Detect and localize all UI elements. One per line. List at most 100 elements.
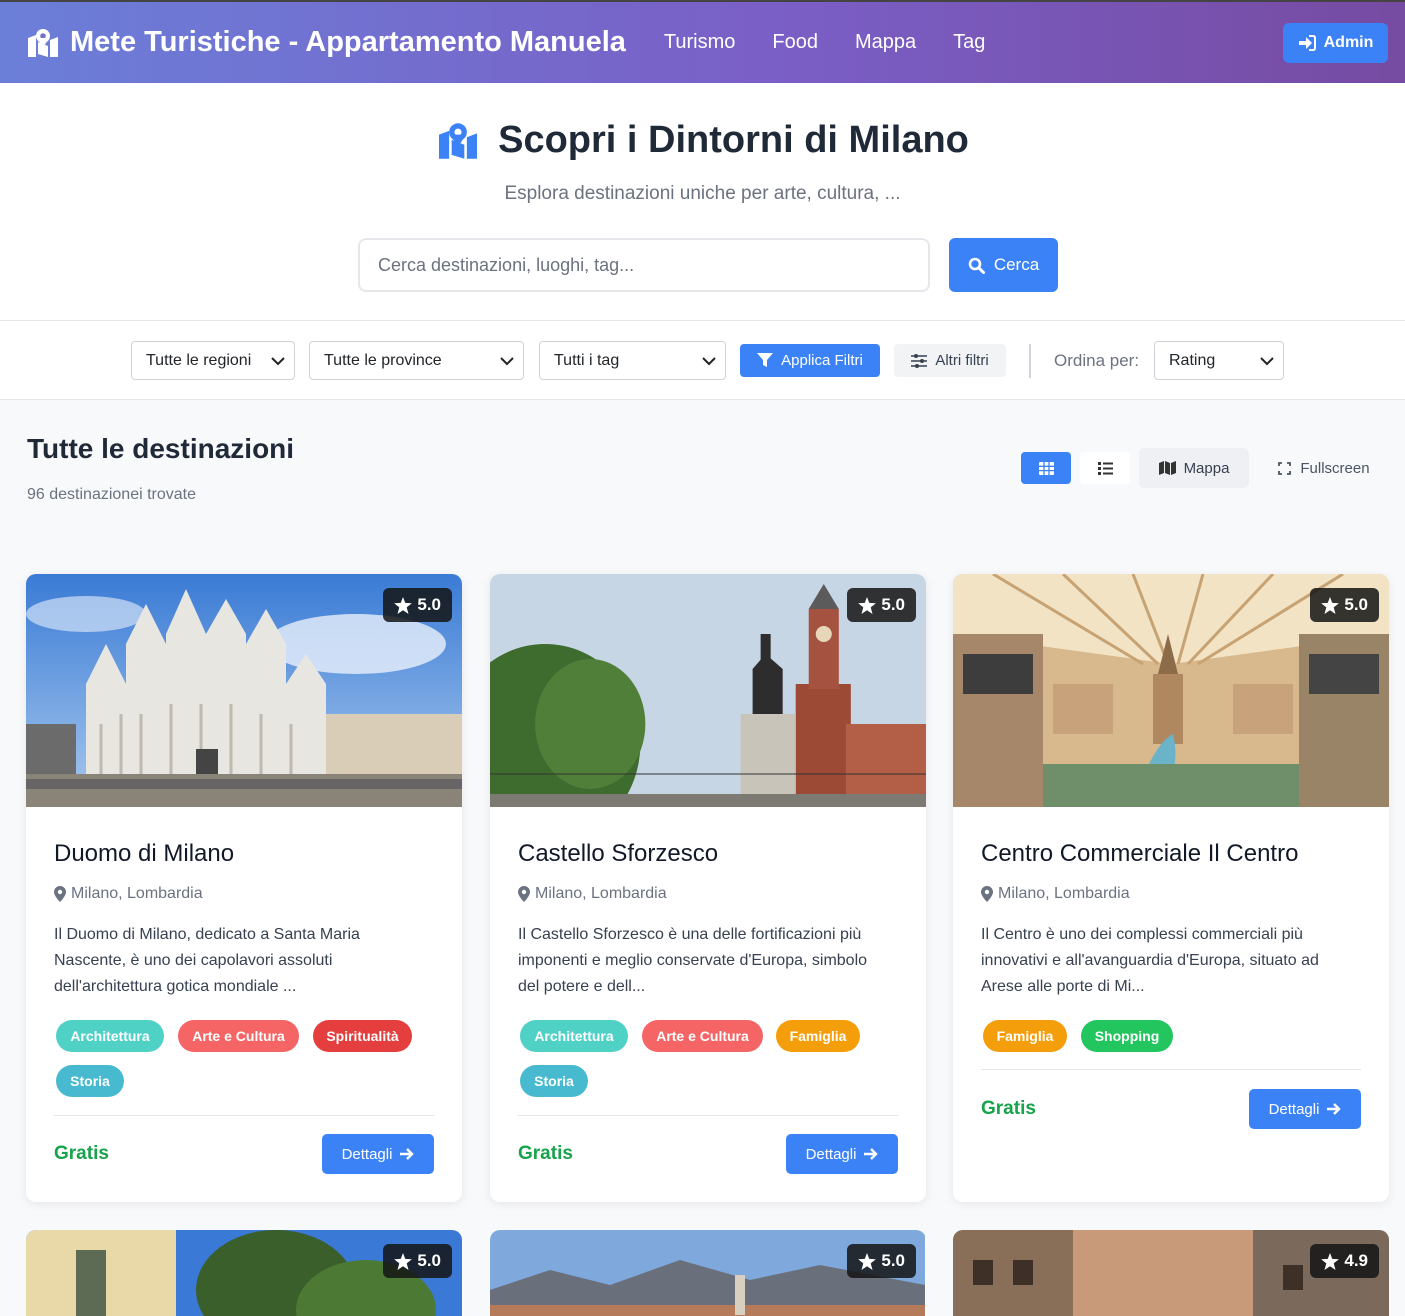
card-location: Milano, Lombardia xyxy=(981,885,1130,903)
tag-famiglia[interactable]: Famiglia xyxy=(776,1020,860,1052)
details-button[interactable]: Dettagli xyxy=(1249,1089,1361,1129)
nav-link-turismo[interactable]: Turismo xyxy=(664,31,735,54)
star-icon xyxy=(1321,596,1340,614)
map-marker-icon xyxy=(518,886,530,902)
destination-card[interactable]: 4.9 xyxy=(953,1230,1389,1316)
destination-card[interactable]: 5.0 xyxy=(490,1230,926,1316)
brand-text: Mete Turistiche - Appartamento Manuela xyxy=(70,26,626,58)
rating-badge: 5.0 xyxy=(383,588,452,622)
rating-badge: 5.0 xyxy=(383,1244,452,1278)
hero-section: Scopri i Dintorni di Milano Esplora dest… xyxy=(0,83,1405,321)
filter-icon xyxy=(757,353,774,367)
arrow-right-icon xyxy=(864,1148,879,1160)
sort-label: Ordina per: xyxy=(1054,351,1140,370)
card-description: Il Duomo di Milano, dedicato a Santa Mar… xyxy=(54,926,360,995)
rating-value: 5.0 xyxy=(1344,595,1368,614)
list-title: Tutte le destinazioni xyxy=(27,433,295,464)
nav-link-mappa[interactable]: Mappa xyxy=(855,31,916,54)
card-divider xyxy=(518,1115,898,1116)
region-select[interactable]: Tutte le regioni xyxy=(131,341,295,380)
province-select-value: Tutte le province xyxy=(324,351,442,369)
card-price: Gratis xyxy=(981,1098,1036,1119)
sliders-icon xyxy=(911,353,928,368)
tag-storia[interactable]: Storia xyxy=(56,1065,124,1097)
tag-spiritualita[interactable]: Spiritualità xyxy=(313,1020,412,1052)
details-button-label: Dettagli xyxy=(341,1145,393,1163)
rating-value: 5.0 xyxy=(417,1251,441,1270)
card-divider xyxy=(54,1115,434,1116)
destination-card[interactable]: 5.0 Duomo di Milano Milano, Lombardia Il… xyxy=(26,574,462,1202)
tag-select-value: Tutti i tag xyxy=(554,351,620,369)
map-icon xyxy=(1158,461,1176,475)
fullscreen-label: Fullscreen xyxy=(1300,459,1370,477)
grid-icon xyxy=(1038,461,1054,475)
map-marked-icon xyxy=(28,28,58,57)
search-button-label: Cerca xyxy=(993,255,1040,274)
details-button-label: Dettagli xyxy=(805,1145,857,1163)
star-icon xyxy=(394,596,413,614)
card-title[interactable]: Duomo di Milano xyxy=(54,840,234,868)
province-select[interactable]: Tutte le province xyxy=(309,341,524,380)
chevron-down-icon xyxy=(702,357,716,366)
arrow-right-icon xyxy=(400,1148,415,1160)
region-select-value: Tutte le regioni xyxy=(146,351,252,369)
expand-icon xyxy=(1278,461,1292,475)
details-button-label: Dettagli xyxy=(1268,1100,1320,1118)
search-input[interactable] xyxy=(358,238,930,292)
details-button[interactable]: Dettagli xyxy=(786,1134,898,1174)
nav-link-tag[interactable]: Tag xyxy=(953,31,985,54)
card-price: Gratis xyxy=(518,1143,573,1164)
tag-storia[interactable]: Storia xyxy=(520,1065,588,1097)
card-location: Milano, Lombardia xyxy=(54,885,203,903)
star-icon xyxy=(858,596,877,614)
nav-links: Turismo Food Mappa Tag xyxy=(664,31,1022,54)
more-filters-label: Altri filtri xyxy=(935,352,989,369)
tag-arte-cultura[interactable]: Arte e Cultura xyxy=(642,1020,763,1052)
hero-title: Scopri i Dintorni di Milano xyxy=(0,119,1405,162)
apply-filters-button[interactable]: Applica Filtri xyxy=(740,344,880,377)
card-location-text: Milano, Lombardia xyxy=(998,885,1130,902)
tag-select[interactable]: Tutti i tag xyxy=(539,341,726,380)
star-icon xyxy=(394,1252,413,1270)
grid-view-button[interactable] xyxy=(1021,452,1071,484)
map-view-button[interactable]: Mappa xyxy=(1139,448,1249,488)
search-button[interactable]: Cerca xyxy=(949,238,1058,292)
rating-value: 5.0 xyxy=(417,595,441,614)
brand[interactable]: Mete Turistiche - Appartamento Manuela xyxy=(26,26,626,59)
map-marked-icon xyxy=(439,122,478,159)
apply-filters-label: Applica Filtri xyxy=(781,352,863,369)
destination-card[interactable]: 5.0 Castello Sforzesco Milano, Lombardia… xyxy=(490,574,926,1202)
list-view-button[interactable] xyxy=(1080,452,1130,484)
more-filters-button[interactable]: Altri filtri xyxy=(894,344,1006,377)
arrow-right-icon xyxy=(1327,1103,1342,1115)
results-count: 96 destinazionei trovate xyxy=(27,486,196,503)
tag-famiglia[interactable]: Famiglia xyxy=(983,1020,1067,1052)
card-location: Milano, Lombardia xyxy=(518,885,667,903)
admin-button[interactable]: Admin xyxy=(1283,23,1388,63)
sort-select[interactable]: Rating xyxy=(1154,341,1284,380)
fullscreen-button[interactable]: Fullscreen xyxy=(1264,452,1384,484)
rating-value: 4.9 xyxy=(1344,1251,1368,1270)
destination-card[interactable]: 5.0 xyxy=(26,1230,462,1316)
card-title[interactable]: Centro Commerciale Il Centro xyxy=(981,840,1298,868)
divider xyxy=(1029,344,1031,378)
rating-badge: 4.9 xyxy=(1310,1244,1379,1278)
tag-shopping[interactable]: Shopping xyxy=(1081,1020,1173,1052)
chevron-down-icon xyxy=(271,357,285,366)
details-button[interactable]: Dettagli xyxy=(322,1134,434,1174)
card-title[interactable]: Castello Sforzesco xyxy=(518,840,718,868)
rating-badge: 5.0 xyxy=(1310,588,1379,622)
hero-title-text: Scopri i Dintorni di Milano xyxy=(498,119,969,161)
tag-architettura[interactable]: Architettura xyxy=(56,1020,164,1052)
destination-card[interactable]: 5.0 Centro Commerciale Il Centro Milano,… xyxy=(953,574,1389,1202)
hero-subtitle: Esplora destinazioni uniche per arte, cu… xyxy=(504,183,901,204)
rating-value: 5.0 xyxy=(881,595,905,614)
card-price: Gratis xyxy=(54,1143,109,1164)
rating-badge: 5.0 xyxy=(847,588,916,622)
search-icon xyxy=(968,257,985,274)
tag-architettura[interactable]: Architettura xyxy=(520,1020,628,1052)
nav-link-food[interactable]: Food xyxy=(772,31,818,54)
card-description: Il Castello Sforzesco è una delle fortif… xyxy=(518,926,868,995)
tag-arte-cultura[interactable]: Arte e Cultura xyxy=(178,1020,299,1052)
card-location-text: Milano, Lombardia xyxy=(71,885,203,902)
